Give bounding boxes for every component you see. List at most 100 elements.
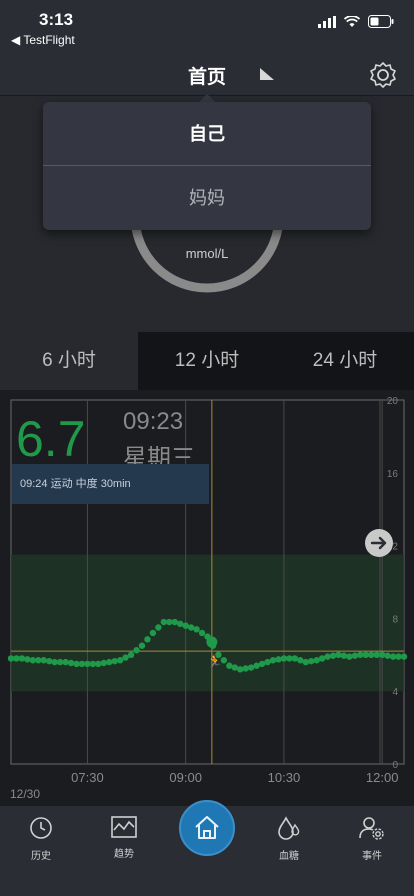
glucose-point xyxy=(155,624,162,631)
current-glucose-point xyxy=(206,636,218,648)
glucose-point xyxy=(24,656,31,663)
status-time: 3:13 xyxy=(39,10,74,29)
glucose-point xyxy=(297,657,304,664)
glucose-point xyxy=(340,652,348,659)
glucose-point xyxy=(111,657,118,665)
exercise-event-banner[interactable]: 09:24 运动 中度 30min xyxy=(12,464,209,504)
glucose-point xyxy=(264,658,271,666)
current-reading-time: 09:23 xyxy=(123,408,184,435)
running-icon: 🏃 xyxy=(207,654,223,670)
glucose-point xyxy=(329,652,337,659)
glucose-point xyxy=(313,657,320,664)
glucose-point xyxy=(269,657,277,664)
home-button[interactable] xyxy=(179,800,235,856)
tab-trend-label: 趋势 xyxy=(114,849,134,860)
glucose-point xyxy=(177,620,184,628)
glucose-point xyxy=(56,658,64,666)
y-tick-label: 4 xyxy=(392,687,398,698)
glucose-point xyxy=(160,618,168,626)
glucose-point xyxy=(193,626,200,633)
glucose-point xyxy=(389,653,397,660)
glucose-point xyxy=(116,657,124,664)
glucose-point xyxy=(46,657,53,665)
glucose-point xyxy=(182,622,189,629)
target-range-band xyxy=(11,554,404,692)
glucose-point xyxy=(78,660,86,668)
home-icon xyxy=(195,816,219,839)
glucose-point xyxy=(198,629,206,637)
glucose-point xyxy=(29,657,37,664)
signal-icon xyxy=(318,15,336,28)
glucose-point xyxy=(302,658,309,666)
tab-history[interactable]: 历史 xyxy=(11,816,71,862)
glucose-point xyxy=(144,636,151,643)
bottom-tab-bar: 历史 趋势 血糖 事件 xyxy=(0,800,414,896)
y-tick-label: 20 xyxy=(387,396,399,407)
glucose-point xyxy=(133,647,140,654)
glucose-point xyxy=(384,652,391,659)
tab-trend[interactable]: 趋势 xyxy=(94,816,154,860)
profile-switch-triangle-icon[interactable] xyxy=(260,68,274,80)
glucose-point xyxy=(62,658,69,666)
y-tick-label: 16 xyxy=(387,469,399,480)
status-icons xyxy=(318,15,394,28)
glucose-point xyxy=(318,655,326,662)
glucose-point xyxy=(67,659,75,667)
glucose-point xyxy=(253,662,260,669)
profile-option-self[interactable]: 自己 xyxy=(43,102,371,166)
glucose-point xyxy=(122,654,129,661)
glucose-point xyxy=(73,660,80,668)
testflight-back-link[interactable]: ◀ TestFlight xyxy=(11,33,75,47)
settings-gear-icon[interactable] xyxy=(368,60,398,90)
glucose-point xyxy=(226,662,233,669)
glucose-point xyxy=(106,658,113,666)
glucose-chart[interactable]: 20 16 12 8 4 0 07:30 09:00 10:30 12:00 🏃 6.7 09:23… xyxy=(0,390,414,810)
blood-drop-icon xyxy=(278,816,300,840)
glucose-point xyxy=(286,655,293,662)
glucose-point xyxy=(138,642,146,649)
scroll-right-button[interactable] xyxy=(365,529,393,557)
battery-icon xyxy=(368,15,394,28)
glucose-point xyxy=(187,624,195,631)
glucose-point xyxy=(237,666,244,673)
x-tick-label: 10:30 xyxy=(268,770,301,785)
glucose-point xyxy=(291,655,299,662)
tab-12-hours[interactable]: 12 小时 xyxy=(138,332,276,390)
trend-chart-icon xyxy=(111,816,137,838)
current-glucose-value: 6.7 xyxy=(16,411,86,467)
arrow-right-icon xyxy=(370,536,387,550)
glucose-point xyxy=(95,660,102,668)
x-tick-label: 07:30 xyxy=(71,770,104,785)
tab-6-hours[interactable]: 6 小时 xyxy=(0,332,138,390)
glucose-point xyxy=(362,651,369,658)
glucose-point xyxy=(335,651,342,658)
glucose-point xyxy=(357,651,364,658)
profile-dropdown: 自己 妈妈 xyxy=(43,102,371,230)
glucose-point xyxy=(275,656,282,663)
glucose-point xyxy=(280,655,288,662)
tab-events[interactable]: 事件 xyxy=(342,816,402,862)
glucose-point xyxy=(171,618,178,626)
tab-24-hours[interactable]: 24 小时 xyxy=(276,332,414,390)
glucose-point xyxy=(368,651,375,658)
clock-icon xyxy=(30,817,52,839)
nav-header: 首页 xyxy=(0,52,414,96)
tab-glucose-label: 血糖 xyxy=(279,851,299,862)
glucose-point xyxy=(351,652,359,659)
glucose-point xyxy=(127,651,135,658)
glucose-point xyxy=(247,664,255,671)
tab-events-label: 事件 xyxy=(362,851,382,862)
y-tick-label: 8 xyxy=(392,614,398,625)
glucose-point xyxy=(346,653,353,660)
glucose-point xyxy=(100,659,107,667)
glucose-point xyxy=(84,660,91,668)
glucose-point xyxy=(231,664,238,671)
tab-glucose[interactable]: 血糖 xyxy=(259,816,319,862)
page-title[interactable]: 首页 xyxy=(0,62,414,89)
tab-history-label: 历史 xyxy=(31,851,51,862)
glucose-point xyxy=(40,657,47,664)
profile-option-mom[interactable]: 妈妈 xyxy=(43,166,371,230)
glucose-point xyxy=(51,658,58,666)
glucose-point xyxy=(258,660,266,668)
glucose-point xyxy=(242,665,249,672)
